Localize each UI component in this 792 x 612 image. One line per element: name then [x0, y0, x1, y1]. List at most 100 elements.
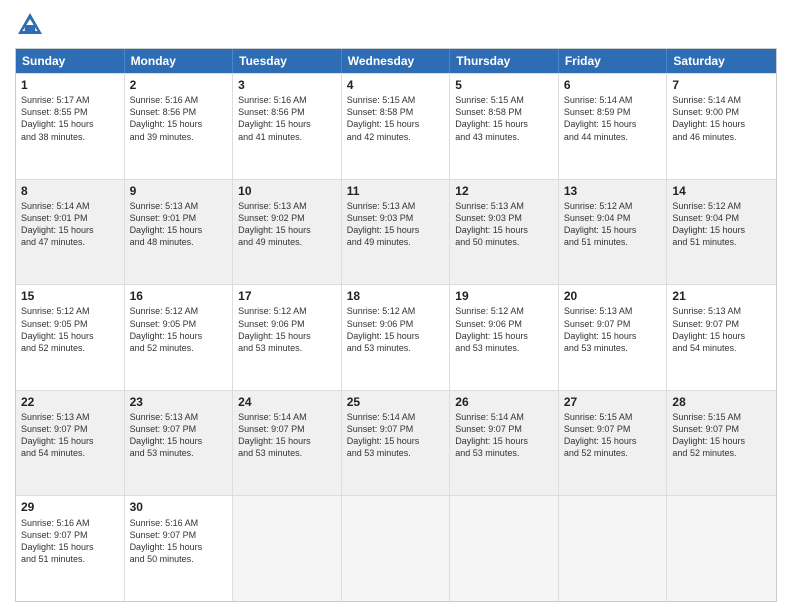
cell-line: Sunset: 9:03 PM — [347, 212, 445, 224]
cell-line: and 39 minutes. — [130, 131, 228, 143]
day-number: 26 — [455, 394, 553, 410]
cell-line: and 42 minutes. — [347, 131, 445, 143]
cell-line: Daylight: 15 hours — [672, 224, 771, 236]
day-number: 10 — [238, 183, 336, 199]
cell-line: Sunrise: 5:12 AM — [455, 305, 553, 317]
cell-line: Sunrise: 5:12 AM — [347, 305, 445, 317]
cell-line: and 52 minutes. — [672, 447, 771, 459]
cell-line: Sunset: 9:01 PM — [130, 212, 228, 224]
cell-line: Sunset: 9:07 PM — [564, 423, 662, 435]
cell-line: Sunset: 9:07 PM — [672, 318, 771, 330]
cell-line: Daylight: 15 hours — [455, 118, 553, 130]
day-number: 4 — [347, 77, 445, 93]
calendar-cell: 7Sunrise: 5:14 AMSunset: 9:00 PMDaylight… — [667, 74, 776, 179]
calendar-cell — [667, 496, 776, 601]
cell-line: Sunrise: 5:14 AM — [347, 411, 445, 423]
calendar-cell: 1Sunrise: 5:17 AMSunset: 8:55 PMDaylight… — [16, 74, 125, 179]
cell-line: Sunrise: 5:13 AM — [672, 305, 771, 317]
cell-line: and 46 minutes. — [672, 131, 771, 143]
cell-line: and 50 minutes. — [455, 236, 553, 248]
cell-line: and 51 minutes. — [21, 553, 119, 565]
day-number: 28 — [672, 394, 771, 410]
cell-line: Sunrise: 5:12 AM — [672, 200, 771, 212]
cell-line: Sunrise: 5:12 AM — [564, 200, 662, 212]
cell-line: Sunrise: 5:16 AM — [238, 94, 336, 106]
cell-line: Daylight: 15 hours — [564, 330, 662, 342]
cell-line: Sunrise: 5:16 AM — [21, 517, 119, 529]
day-number: 6 — [564, 77, 662, 93]
cell-line: Sunset: 9:05 PM — [130, 318, 228, 330]
calendar-cell — [450, 496, 559, 601]
cell-line: Daylight: 15 hours — [672, 330, 771, 342]
logo-icon — [15, 10, 45, 40]
cell-line: Daylight: 15 hours — [672, 118, 771, 130]
cell-line: Daylight: 15 hours — [130, 224, 228, 236]
cell-line: Daylight: 15 hours — [130, 541, 228, 553]
cell-line: Sunrise: 5:15 AM — [347, 94, 445, 106]
calendar-cell: 20Sunrise: 5:13 AMSunset: 9:07 PMDayligh… — [559, 285, 668, 390]
calendar-cell: 26Sunrise: 5:14 AMSunset: 9:07 PMDayligh… — [450, 391, 559, 496]
calendar-cell: 22Sunrise: 5:13 AMSunset: 9:07 PMDayligh… — [16, 391, 125, 496]
calendar-row: 22Sunrise: 5:13 AMSunset: 9:07 PMDayligh… — [16, 390, 776, 496]
calendar-cell: 21Sunrise: 5:13 AMSunset: 9:07 PMDayligh… — [667, 285, 776, 390]
cell-line: and 51 minutes. — [672, 236, 771, 248]
cell-line: Daylight: 15 hours — [130, 330, 228, 342]
calendar-cell: 4Sunrise: 5:15 AMSunset: 8:58 PMDaylight… — [342, 74, 451, 179]
cell-line: and 41 minutes. — [238, 131, 336, 143]
calendar-cell: 25Sunrise: 5:14 AMSunset: 9:07 PMDayligh… — [342, 391, 451, 496]
day-number: 14 — [672, 183, 771, 199]
day-number: 24 — [238, 394, 336, 410]
cell-line: Sunset: 9:07 PM — [672, 423, 771, 435]
calendar-cell: 24Sunrise: 5:14 AMSunset: 9:07 PMDayligh… — [233, 391, 342, 496]
cell-line: Daylight: 15 hours — [455, 330, 553, 342]
cell-line: Sunrise: 5:16 AM — [130, 517, 228, 529]
calendar-cell: 2Sunrise: 5:16 AMSunset: 8:56 PMDaylight… — [125, 74, 234, 179]
cell-line: Sunrise: 5:14 AM — [455, 411, 553, 423]
cell-line: Daylight: 15 hours — [130, 435, 228, 447]
day-number: 1 — [21, 77, 119, 93]
cell-line: and 54 minutes. — [672, 342, 771, 354]
cell-line: Sunset: 9:04 PM — [564, 212, 662, 224]
day-number: 17 — [238, 288, 336, 304]
cell-line: Daylight: 15 hours — [455, 224, 553, 236]
calendar-cell: 23Sunrise: 5:13 AMSunset: 9:07 PMDayligh… — [125, 391, 234, 496]
calendar-cell: 28Sunrise: 5:15 AMSunset: 9:07 PMDayligh… — [667, 391, 776, 496]
calendar-cell: 30Sunrise: 5:16 AMSunset: 9:07 PMDayligh… — [125, 496, 234, 601]
calendar-cell: 12Sunrise: 5:13 AMSunset: 9:03 PMDayligh… — [450, 180, 559, 285]
day-number: 19 — [455, 288, 553, 304]
cell-line: Sunset: 9:07 PM — [21, 529, 119, 541]
cell-line: Sunrise: 5:17 AM — [21, 94, 119, 106]
cell-line: Daylight: 15 hours — [238, 224, 336, 236]
cell-line: Daylight: 15 hours — [21, 330, 119, 342]
calendar-cell: 19Sunrise: 5:12 AMSunset: 9:06 PMDayligh… — [450, 285, 559, 390]
calendar-cell: 14Sunrise: 5:12 AMSunset: 9:04 PMDayligh… — [667, 180, 776, 285]
cell-line: Daylight: 15 hours — [347, 330, 445, 342]
cell-line: Daylight: 15 hours — [21, 118, 119, 130]
cell-line: and 53 minutes. — [455, 342, 553, 354]
calendar-cell — [559, 496, 668, 601]
day-number: 9 — [130, 183, 228, 199]
cell-line: Sunset: 8:58 PM — [455, 106, 553, 118]
header — [15, 10, 777, 40]
cell-line: Sunset: 9:02 PM — [238, 212, 336, 224]
cell-line: and 52 minutes. — [564, 447, 662, 459]
cell-line: Daylight: 15 hours — [347, 435, 445, 447]
cell-line: Daylight: 15 hours — [564, 435, 662, 447]
cell-line: Sunrise: 5:13 AM — [564, 305, 662, 317]
day-number: 13 — [564, 183, 662, 199]
cell-line: Daylight: 15 hours — [672, 435, 771, 447]
cell-line: Sunset: 9:07 PM — [347, 423, 445, 435]
calendar-row: 15Sunrise: 5:12 AMSunset: 9:05 PMDayligh… — [16, 284, 776, 390]
calendar: SundayMondayTuesdayWednesdayThursdayFrid… — [15, 48, 777, 602]
cell-line: Sunrise: 5:14 AM — [564, 94, 662, 106]
cell-line: and 53 minutes. — [130, 447, 228, 459]
cell-line: and 53 minutes. — [347, 447, 445, 459]
calendar-cell: 10Sunrise: 5:13 AMSunset: 9:02 PMDayligh… — [233, 180, 342, 285]
cell-line: Daylight: 15 hours — [564, 224, 662, 236]
weekday-header: Friday — [559, 49, 668, 73]
weekday-header: Wednesday — [342, 49, 451, 73]
cell-line: Sunset: 9:06 PM — [238, 318, 336, 330]
day-number: 22 — [21, 394, 119, 410]
calendar-cell: 18Sunrise: 5:12 AMSunset: 9:06 PMDayligh… — [342, 285, 451, 390]
cell-line: and 51 minutes. — [564, 236, 662, 248]
